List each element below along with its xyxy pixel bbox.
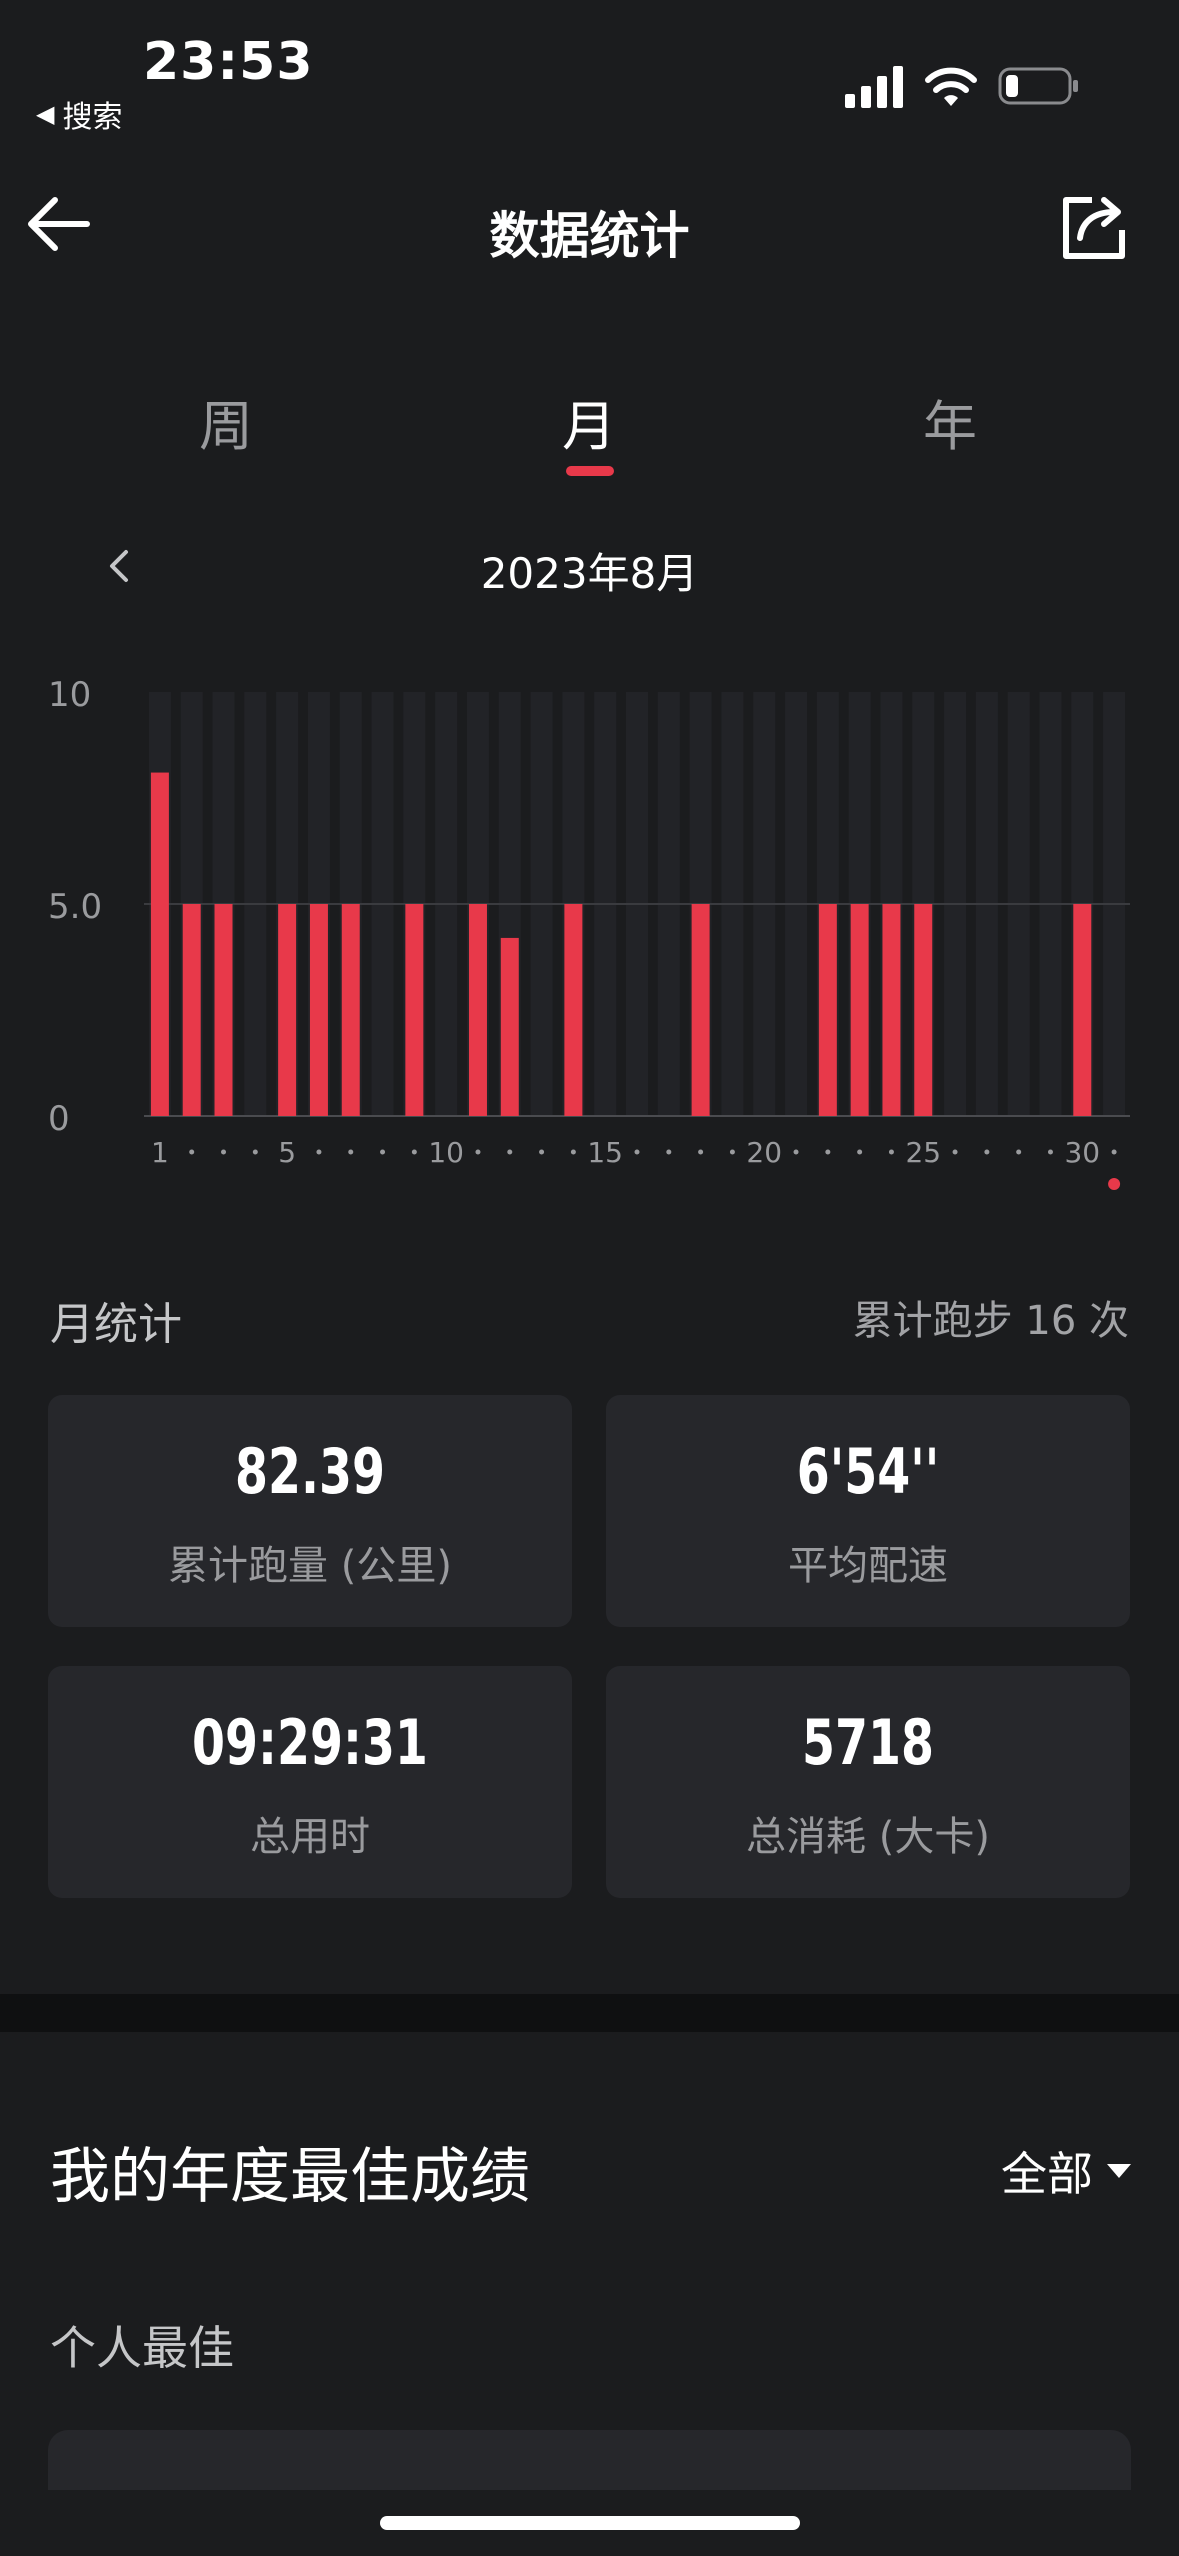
x-tick-dot bbox=[570, 1149, 576, 1155]
x-tick-dot bbox=[698, 1149, 704, 1155]
x-tick-dot bbox=[952, 1149, 958, 1155]
battery-icon bbox=[998, 67, 1078, 105]
tab-year[interactable]: 年 bbox=[850, 382, 1050, 461]
chart-bar bbox=[691, 904, 710, 1116]
filter-label: 全部 bbox=[1001, 2147, 1093, 2201]
stat-value: 5718 bbox=[802, 1706, 934, 1779]
chart-bar bbox=[341, 904, 360, 1116]
status-time: 23:53 bbox=[143, 32, 314, 92]
stat-value: 6'54'' bbox=[796, 1435, 940, 1508]
x-tick-label: 25 bbox=[905, 1136, 941, 1169]
chart-bar bbox=[214, 904, 233, 1116]
x-tick-dot bbox=[857, 1149, 863, 1155]
chart-bar bbox=[850, 904, 869, 1116]
x-tick-dot bbox=[475, 1149, 481, 1155]
active-tab-indicator bbox=[566, 466, 614, 476]
stat-value: 09:29:31 bbox=[192, 1706, 428, 1779]
y-tick-label: 5.0 bbox=[48, 887, 102, 927]
stat-card-duration: 09:29:31 总用时 bbox=[48, 1666, 572, 1898]
wifi-icon bbox=[925, 67, 977, 106]
x-tick-dot bbox=[221, 1149, 227, 1155]
personal-best-card[interactable] bbox=[48, 2430, 1131, 2490]
chart-bar bbox=[182, 904, 201, 1116]
stat-label: 总用时 bbox=[250, 1814, 370, 1860]
x-tick-dot bbox=[1111, 1149, 1117, 1155]
chart-bar bbox=[405, 904, 424, 1116]
stat-label: 累计跑量 (公里) bbox=[168, 1543, 452, 1589]
x-tick-dot bbox=[348, 1149, 354, 1155]
stat-card-distance: 82.39 累计跑量 (公里) bbox=[48, 1395, 572, 1627]
section-divider bbox=[0, 1994, 1179, 2032]
stat-card-calories: 5718 总消耗 (大卡) bbox=[606, 1666, 1130, 1898]
x-tick-dot bbox=[793, 1149, 799, 1155]
caret-down-icon bbox=[1107, 2164, 1131, 2178]
x-tick-dot bbox=[189, 1149, 195, 1155]
x-tick-label: 30 bbox=[1064, 1136, 1100, 1169]
x-tick-dot bbox=[539, 1149, 545, 1155]
x-tick-dot bbox=[634, 1149, 640, 1155]
back-to-search-link[interactable]: ◀ 搜索 bbox=[36, 92, 122, 136]
x-tick-dot bbox=[825, 1149, 831, 1155]
x-tick-label: 1 bbox=[151, 1136, 169, 1169]
x-tick-dot bbox=[888, 1149, 894, 1155]
personal-best-heading: 个人最佳 bbox=[50, 2321, 234, 2375]
cellular-signal-icon bbox=[845, 66, 903, 108]
x-tick-dot bbox=[984, 1149, 990, 1155]
x-tick-dot bbox=[380, 1149, 386, 1155]
x-tick-dot bbox=[507, 1149, 513, 1155]
x-tick-label: 20 bbox=[746, 1136, 782, 1169]
tab-week[interactable]: 周 bbox=[126, 382, 326, 461]
x-tick-dot bbox=[316, 1149, 322, 1155]
x-tick-dot bbox=[1047, 1149, 1053, 1155]
month-stats-title: 月统计 bbox=[50, 1299, 182, 1350]
stat-label: 平均配速 bbox=[788, 1543, 948, 1589]
tab-month[interactable]: 月 bbox=[489, 382, 689, 461]
share-icon[interactable] bbox=[1058, 192, 1130, 264]
home-indicator bbox=[380, 2516, 800, 2530]
chart-bar bbox=[564, 904, 583, 1116]
stat-value: 82.39 bbox=[235, 1435, 385, 1508]
monthly-distance-chart[interactable]: 105.001 5 10 15 20 25 30 bbox=[0, 660, 1179, 1200]
x-tick-dot bbox=[252, 1149, 258, 1155]
stat-label: 总消耗 (大卡) bbox=[746, 1814, 990, 1860]
chart-bar bbox=[309, 904, 328, 1116]
back-triangle-icon: ◀ bbox=[36, 100, 55, 128]
best-filter-dropdown[interactable]: 全部 bbox=[1001, 2138, 1131, 2204]
chart-bar bbox=[914, 904, 933, 1116]
chart-bar bbox=[150, 772, 169, 1116]
x-tick-label: 10 bbox=[428, 1136, 464, 1169]
x-tick-label: 5 bbox=[278, 1136, 296, 1169]
stat-card-pace: 6'54'' 平均配速 bbox=[606, 1395, 1130, 1627]
chart-bar bbox=[468, 904, 487, 1116]
back-to-search-label: 搜索 bbox=[62, 100, 123, 135]
chart-bar bbox=[500, 937, 519, 1116]
x-tick-dot bbox=[411, 1149, 417, 1155]
x-tick-label: 15 bbox=[587, 1136, 623, 1169]
x-tick-dot bbox=[1016, 1149, 1022, 1155]
chart-bar bbox=[882, 904, 901, 1116]
x-tick-dot bbox=[729, 1149, 735, 1155]
annual-best-title: 我的年度最佳成绩 bbox=[50, 2142, 530, 2212]
y-tick-label: 0 bbox=[48, 1099, 70, 1139]
run-count: 累计跑步 16 次 bbox=[852, 1298, 1129, 1344]
today-marker-dot bbox=[1108, 1178, 1121, 1190]
chart-bar bbox=[1073, 904, 1092, 1116]
x-tick-dot bbox=[666, 1149, 672, 1155]
y-tick-label: 10 bbox=[48, 675, 91, 715]
chart-bar bbox=[278, 904, 297, 1116]
period-label: 2023年8月 bbox=[480, 549, 699, 598]
chart-bar bbox=[818, 904, 837, 1116]
page-title: 数据统计 bbox=[489, 207, 690, 265]
